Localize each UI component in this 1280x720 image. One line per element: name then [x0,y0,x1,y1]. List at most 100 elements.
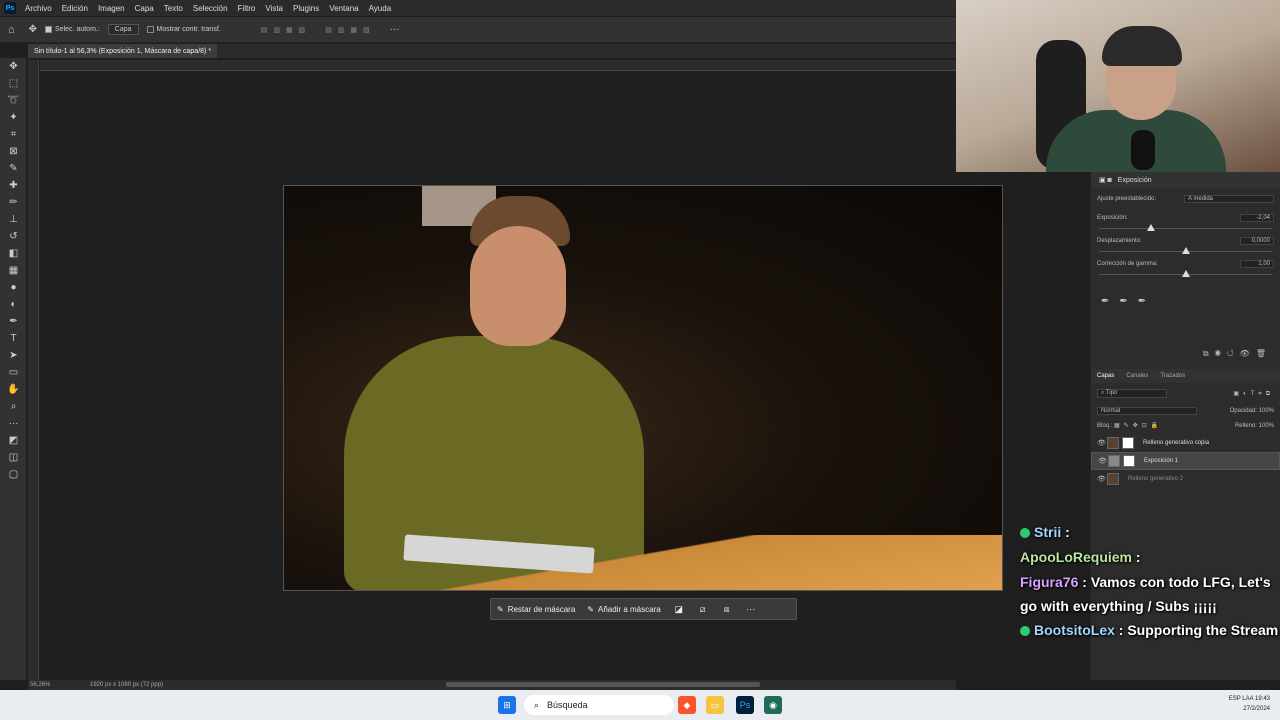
tab-canales[interactable]: Canales [1126,373,1148,379]
eraser-tool-icon[interactable]: ◧ [0,245,27,262]
frame-tool-icon[interactable]: ⊠ [0,143,27,160]
invert-mask-icon[interactable]: ◪ [667,604,691,615]
magic-wand-icon[interactable]: ✦ [0,109,27,126]
menu-ayuda[interactable]: Ayuda [364,4,397,13]
canvas-image[interactable] [283,185,1003,591]
gamma-slider-thumb[interactable] [1181,270,1190,277]
marquee-tool-icon[interactable]: ⬚ [0,75,27,92]
home-icon[interactable]: ⌂ [8,24,15,36]
move-tool-icon[interactable]: ✥ [0,58,27,75]
type-tool-icon[interactable]: T [0,330,27,347]
history-brush-icon[interactable]: ↺ [0,228,27,245]
tab-capas[interactable]: Capas [1097,373,1114,379]
path-select-icon[interactable]: ➤ [0,347,27,364]
layer-row[interactable]: 👁 Relleno generativo copia [1091,434,1280,452]
menu-bar: Ps Archivo Edición Imagen Capa Texto Sel… [0,0,956,16]
distribute-icons[interactable]: ▤▥▦▧ [325,26,375,34]
blur-tool-icon[interactable]: ● [0,279,27,296]
menu-imagen[interactable]: Imagen [93,4,130,13]
brush-icon: ✎ [497,604,504,614]
windows-start-icon[interactable]: ⊞ [498,696,516,714]
menu-archivo[interactable]: Archivo [20,4,57,13]
more-options-button[interactable]: ··· [390,24,400,35]
gamma-slider[interactable] [1099,270,1272,280]
menu-capa[interactable]: Capa [130,4,159,13]
color-swatches-icon[interactable]: ◩ [0,432,27,449]
system-tray[interactable]: ESP LAA 19:43 27/2/2024 [1229,694,1270,714]
exposure-slider-thumb[interactable] [1146,224,1155,231]
clone-stamp-icon[interactable]: ⊥ [0,211,27,228]
lock-icons[interactable]: ▦✎✥⊡🔒 [1114,423,1162,429]
offset-value[interactable]: 0,0000 [1240,236,1274,245]
layer-mask-thumbnail[interactable] [1122,437,1134,449]
layer-filter-icons[interactable]: ▣◐T⌗⧉ [1233,390,1274,398]
layer-mask-thumbnail[interactable] [1123,455,1135,467]
menu-seleccion[interactable]: Selección [188,4,233,13]
eyedropper-tool-icon[interactable]: ✎ [0,160,27,177]
brush-tool-icon[interactable]: ✏ [0,194,27,211]
visibility-eye-icon[interactable]: 👁 [1098,457,1108,465]
menu-plugins[interactable]: Plugins [288,4,324,13]
add-mask-button[interactable]: ✎ Añadir a máscara [581,599,666,619]
more-options-button[interactable]: ··· [739,604,763,614]
move-tool-icon[interactable]: ✥ [29,24,37,35]
fill-mask-icon[interactable]: ⧈ [715,604,739,615]
offset-slider[interactable] [1099,247,1272,257]
zoom-tool-icon[interactable]: ⌕ [0,398,27,415]
crop-tool-icon[interactable]: ⌗ [0,126,27,143]
eyedropper-black-icon[interactable]: ✒ [1101,296,1119,307]
autoselect-checkbox[interactable] [45,26,53,33]
layer-row[interactable]: 👁 Relleno generativo 2 [1091,470,1280,488]
exposure-value[interactable]: -2,04 [1240,213,1274,222]
app-taskbar-icon[interactable]: ◉ [764,696,782,714]
document-tab[interactable]: Sin título-1 al 56,3% (Exposición 1, Más… [28,44,218,58]
offset-slider-thumb[interactable] [1181,247,1190,254]
menu-vista[interactable]: Vista [260,4,288,13]
pen-tool-icon[interactable]: ✒ [0,313,27,330]
brave-browser-icon[interactable]: ◆ [678,696,696,714]
shape-tool-icon[interactable]: ▭ [0,364,27,381]
screen-mode-icon[interactable]: ▢ [0,466,27,483]
zoom-level[interactable]: 56,26% [30,682,90,688]
brush-icon: ✎ [587,604,594,614]
fill-value[interactable]: 100% [1259,423,1274,429]
menu-edicion[interactable]: Edición [57,4,93,13]
tab-trazados[interactable]: Trazados [1160,373,1185,379]
visibility-eye-icon[interactable]: 👁 [1097,475,1107,483]
gradient-tool-icon[interactable]: ▦ [0,262,27,279]
eyedropper-gray-icon[interactable]: ✒ [1119,296,1137,307]
menu-ventana[interactable]: Ventana [324,4,363,13]
language-indicator[interactable]: ESP LAA [1229,696,1254,702]
exposure-slider[interactable] [1099,224,1272,234]
eyedropper-white-icon[interactable]: ✒ [1138,296,1156,307]
opacity-value[interactable]: 100% [1259,408,1274,414]
healing-brush-icon[interactable]: ✚ [0,177,27,194]
align-icons[interactable]: ▤▥▦▧ [261,26,311,34]
taskbar-search[interactable]: ⌕ Búsqueda [524,695,674,715]
restrict-mask-button[interactable]: ✎ Restar de máscara [491,599,581,619]
show-transform-checkbox[interactable] [146,26,154,33]
photoshop-taskbar-icon[interactable]: Ps [736,696,754,714]
more-tools-icon[interactable]: ··· [0,415,27,432]
lasso-tool-icon[interactable]: ➰ [0,92,27,109]
chat-username: ApooLoRequiem [1020,549,1132,565]
layer-row[interactable]: 👁 Exposición 1 [1091,452,1280,470]
file-explorer-icon[interactable]: ▭ [706,696,724,714]
hand-tool-icon[interactable]: ✋ [0,381,27,398]
clock-date: 27/2/2024 [1243,706,1270,712]
blend-mode-dropdown[interactable]: Normal [1097,406,1197,415]
menu-texto[interactable]: Texto [159,4,188,13]
menu-filtro[interactable]: Filtro [233,4,261,13]
horizontal-scrollbar[interactable] [446,682,760,687]
layers-tabs: Capas Canales Trazados [1091,369,1280,383]
webcam-overlay [956,0,1280,172]
dodge-tool-icon[interactable]: ◐ [0,296,27,313]
quick-mask-icon[interactable]: ◫ [0,449,27,466]
layer-filter-dropdown[interactable]: ⌕ Tipo [1097,389,1167,398]
gamma-value[interactable]: 1,00 [1240,259,1274,268]
autoselect-dropdown[interactable]: Capa [107,24,139,35]
visibility-eye-icon[interactable]: 👁 [1097,439,1107,447]
preset-dropdown[interactable]: A medida [1184,194,1274,203]
layer-thumbnail [1107,473,1119,485]
feather-mask-icon[interactable]: ⧄ [691,604,715,615]
